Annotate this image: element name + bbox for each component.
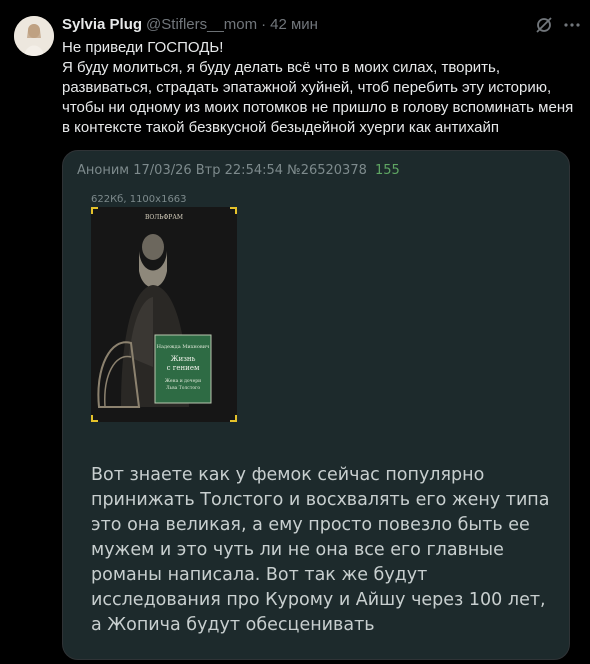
tweet-text: Не приведи ГОСПОДЬ! Я буду молиться, я б… [62, 38, 582, 138]
separator-dot: · [261, 15, 267, 33]
more-icon[interactable] [562, 15, 582, 35]
tweet-line: Не приведи ГОСПОДЬ! [62, 39, 224, 56]
media-image[interactable]: Аноним 17/03/26 Втр 22:54:54 №26520378 1… [62, 150, 570, 660]
avatar-image [14, 16, 54, 56]
post-body-text: Вот знаете как у фемок сейчас популярно … [91, 465, 550, 635]
post-date: 17/03/26 Втр 22:54:54 [133, 163, 284, 178]
tweet-line: Я буду молиться, я буду делать всё что в… [62, 59, 574, 136]
book-author: Надежда Михнович [157, 344, 210, 350]
user-handle[interactable]: @Stiflers__mom [146, 16, 257, 33]
book-publisher: ВОЛЬФРАМ [145, 214, 183, 221]
tweet-header: Sylvia Plug @Stiflers__mom · 42 мин [62, 14, 530, 34]
book-title-1: Жизнь [171, 355, 196, 363]
book-title-2: с гением [167, 364, 200, 372]
avatar[interactable] [14, 16, 54, 56]
grok-icon[interactable] [534, 15, 554, 35]
reply-count: 155 [375, 163, 400, 178]
book-cover-image: ВОЛЬФРАМ Надежда Михнович Жизнь с гением… [91, 207, 237, 422]
post-header: Аноним 17/03/26 Втр 22:54:54 №26520378 1… [77, 163, 400, 178]
post-number: №26520378 [287, 163, 367, 178]
timestamp[interactable]: 42 мин [270, 16, 318, 33]
display-name[interactable]: Sylvia Plug [62, 16, 142, 33]
book-subtitle-2: Льва Толстого [166, 385, 200, 391]
file-info: 622Кб, 1100x1663 [91, 194, 187, 205]
post-author: Аноним [77, 163, 130, 178]
book-subtitle-1: Жена и дочери [165, 378, 201, 384]
